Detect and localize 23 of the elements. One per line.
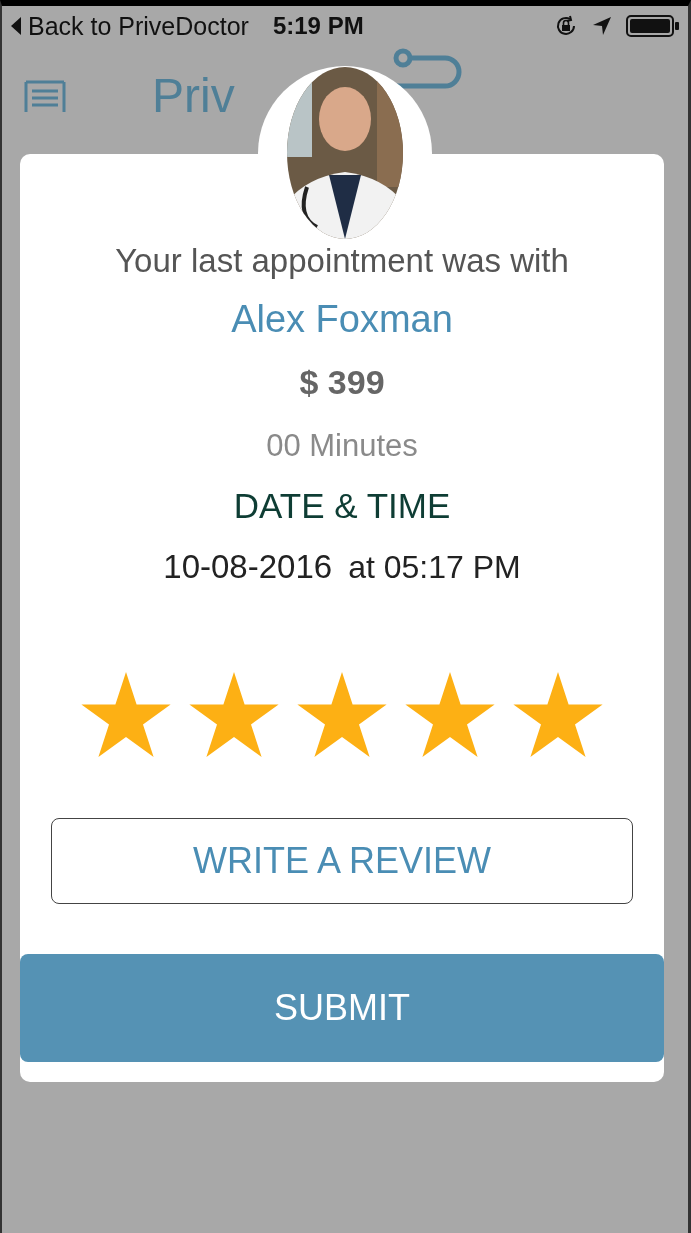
star-icon[interactable] <box>189 672 279 758</box>
date-heading: DATE & TIME <box>233 486 451 526</box>
duration: 00 Minutes <box>266 428 418 464</box>
star-icon[interactable] <box>405 672 495 758</box>
battery-icon <box>626 14 680 38</box>
logo-text: Priv <box>152 68 235 123</box>
star-icon[interactable] <box>297 672 387 758</box>
write-review-button[interactable]: WRITE A REVIEW <box>51 818 633 904</box>
rotation-lock-icon <box>554 14 578 38</box>
back-link[interactable]: Back to PriveDoctor <box>10 11 249 41</box>
appointment-time: at 05:17 PM <box>348 549 521 586</box>
back-arrow-icon <box>10 16 22 36</box>
price: $ 399 <box>299 363 385 402</box>
star-rating[interactable] <box>81 672 603 758</box>
menu-icon[interactable] <box>24 80 66 114</box>
submit-button[interactable]: SUBMIT <box>20 954 664 1062</box>
star-icon[interactable] <box>513 672 603 758</box>
status-time: 5:19 PM <box>272 12 364 40</box>
star-icon[interactable] <box>81 672 171 758</box>
intro-text: Your last appointment was with <box>115 242 569 280</box>
doctor-name: Alex Foxman <box>231 298 453 341</box>
appointment-date: 10-08-2016 <box>163 548 333 586</box>
location-arrow-icon <box>592 16 612 36</box>
